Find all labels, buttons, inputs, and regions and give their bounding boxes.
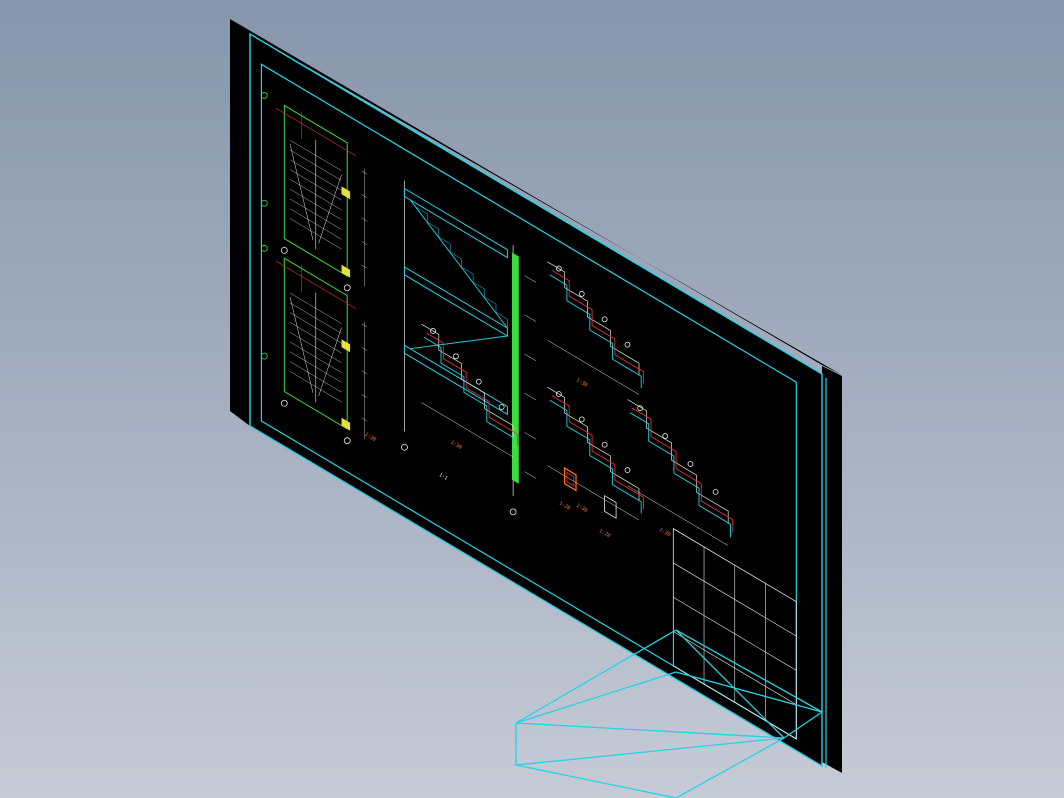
wireframe-edge [515,629,677,724]
sheet-left-edge [230,19,250,426]
wireframe-edge [515,671,677,724]
cad-model-viewport[interactable]: 1-1 1:30 1:30 1:30 1:30 1:20 1:20 1:30 [0,0,1064,798]
wireframe-edge [515,722,785,739]
isometric-drawing-scene[interactable]: 1-11:301:301:301:301:201:201:30 [0,0,1064,798]
wireframe-edge [515,764,677,798]
sheet-right-edge [822,366,842,773]
